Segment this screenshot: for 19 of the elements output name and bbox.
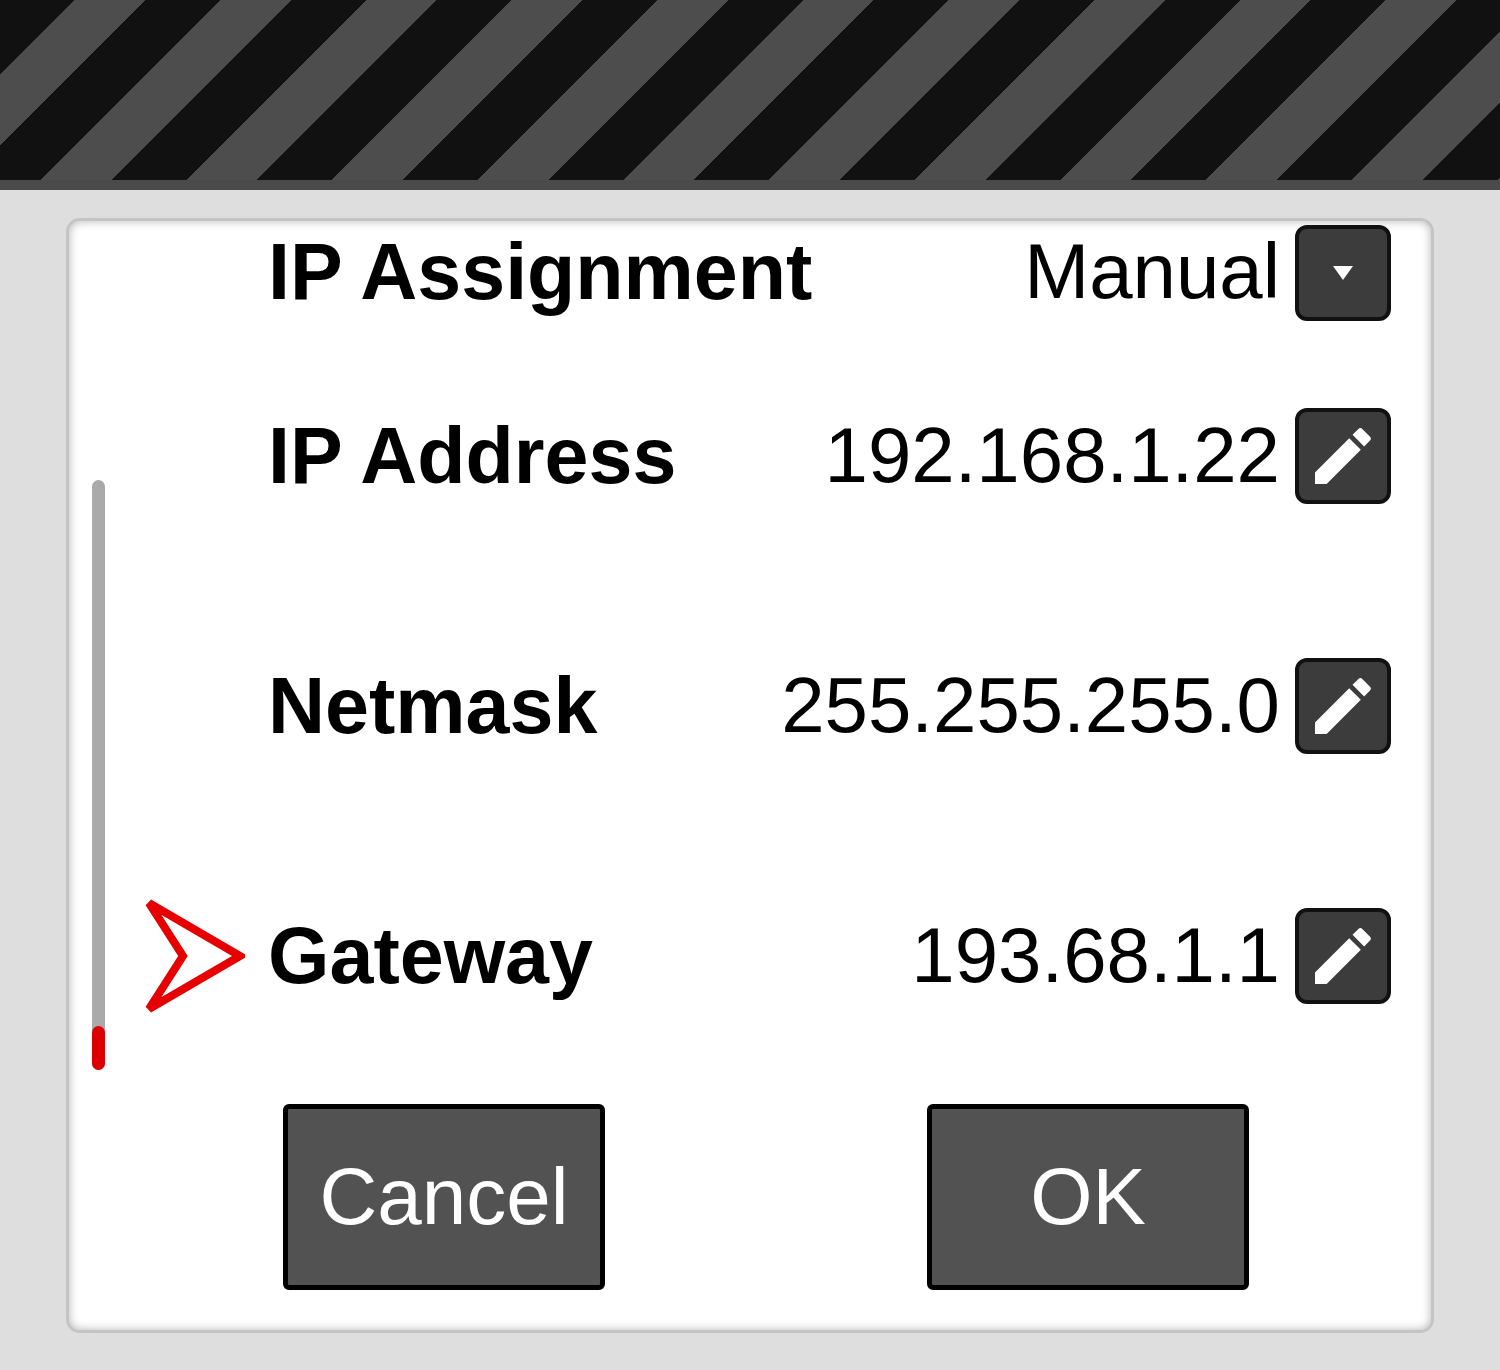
pencil-icon (1315, 928, 1371, 984)
edit-button[interactable] (1295, 908, 1391, 1004)
setting-value: 192.168.1.22 (824, 410, 1280, 502)
setting-label: IP Address (268, 409, 677, 502)
caret-down-icon (1333, 266, 1353, 280)
pencil-icon (1315, 428, 1371, 484)
setting-value: 255.255.255.0 (781, 660, 1280, 752)
setting-value: 193.68.1.1 (911, 910, 1280, 1002)
edit-button[interactable] (1295, 408, 1391, 504)
pencil-icon (1315, 678, 1371, 734)
dialog-button[interactable]: Cancel (283, 1104, 605, 1290)
setting-value: Manual (1024, 226, 1280, 317)
setting-label: Gateway (268, 909, 593, 1002)
edit-button[interactable] (1295, 658, 1391, 754)
dropdown-button[interactable] (1295, 225, 1391, 321)
setting-label: Netmask (268, 659, 598, 752)
scrollbar-thumb[interactable] (92, 1026, 105, 1070)
dialog-button[interactable]: OK (927, 1104, 1249, 1290)
setting-label: IP Assignment (268, 226, 813, 318)
